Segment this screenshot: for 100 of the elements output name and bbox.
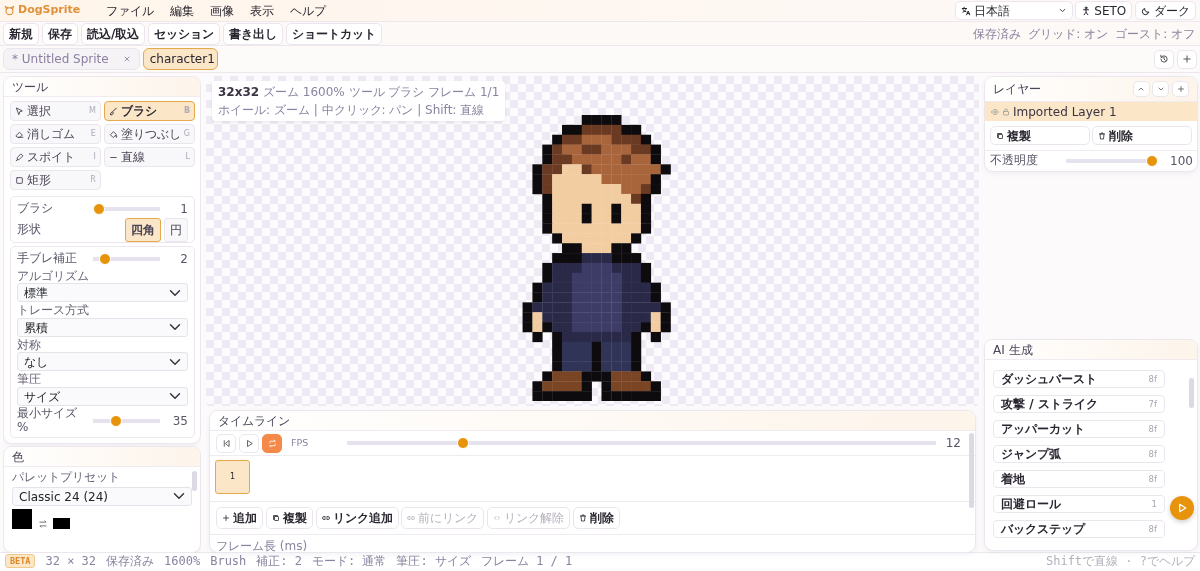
theme-button[interactable]: ダーク (1135, 1, 1196, 20)
square-icon (15, 175, 24, 185)
timeline-action-button[interactable]: 削除 (572, 507, 620, 529)
animation-preset-item[interactable]: アッパーカット 8f (993, 420, 1165, 438)
eye-icon (991, 107, 999, 116)
animation-preset-item[interactable]: 回避ロール 1 (993, 495, 1165, 513)
field-label: パレットプリセット (12, 470, 121, 485)
preset-select[interactable]: Classic 24 (24) (12, 486, 192, 506)
menu-item[interactable]: 編集 (162, 1, 203, 20)
select-field[interactable]: なし (17, 352, 188, 372)
plus-icon (1182, 54, 1192, 64)
plus-icon (222, 514, 230, 522)
select-field[interactable]: サイズ (17, 386, 188, 406)
field-label: フレーム長 (ms) (215, 538, 309, 552)
menu-item[interactable]: 画像 (202, 1, 243, 20)
slider-thumb[interactable] (98, 253, 111, 265)
frame-thumbnail[interactable]: 1 (215, 460, 250, 494)
timeline-action-button[interactable]: 追加 (216, 507, 263, 529)
slider-thumb[interactable] (456, 437, 469, 449)
field-label: アルゴリズム (17, 269, 90, 284)
link-icon (407, 514, 416, 522)
slider-value: 2 (179, 251, 188, 268)
status-text: 保存済み (973, 25, 1022, 43)
slider-thumb[interactable] (93, 203, 105, 215)
document-tab[interactable]: character1 (142, 48, 218, 70)
slider-thumb[interactable] (1146, 155, 1158, 167)
moon-icon (1141, 5, 1151, 16)
history-button[interactable] (1154, 49, 1175, 69)
play-button[interactable] (239, 433, 259, 453)
secondary-color-swatch[interactable] (53, 517, 70, 529)
status-text: 保存済み (106, 553, 155, 570)
skip-back-button[interactable] (216, 433, 236, 453)
tool-button[interactable]: 矩形 R (10, 170, 101, 190)
shape-label: 形状 (17, 223, 42, 237)
layer-row[interactable]: Imported Layer 1 (985, 102, 1197, 121)
layer-action-button[interactable]: 複製 (990, 126, 1090, 145)
tool-button[interactable]: ブラシ B (103, 101, 195, 121)
loop-button[interactable] (262, 433, 282, 453)
field-label: 筆圧 (17, 372, 42, 387)
scrollbar[interactable] (1189, 378, 1194, 408)
shape-button[interactable]: 円 (164, 218, 188, 242)
swap-icon (37, 518, 48, 529)
status-text: 1600% (164, 553, 201, 570)
toolbar-button[interactable]: 書き出し (223, 22, 284, 45)
add-layer-button[interactable] (1172, 81, 1189, 97)
tool-button[interactable]: スポイト I (10, 147, 101, 167)
close-icon (122, 55, 131, 63)
slider-label: 不透明度 (990, 154, 1039, 168)
canvas[interactable]: 32x32 ズーム 1600% ツール ブラシ フレーム 1/1 ホイール: ズーム | 中クリック: パン | Shift: 直線 (206, 76, 979, 406)
animation-preset-item[interactable]: バックステップ 8f (993, 520, 1165, 538)
tool-button[interactable]: 選択 M (10, 101, 101, 121)
app-name: DogSprite (18, 2, 81, 19)
slider-thumb[interactable] (109, 414, 122, 427)
scrollbar[interactable] (969, 433, 974, 508)
layer-action-button[interactable]: 削除 (1092, 126, 1192, 145)
timeline-action-button[interactable]: リンク追加 (315, 507, 399, 529)
animation-preset-item[interactable]: ダッシュバースト 8f (993, 370, 1165, 388)
shape-button[interactable]: 四角 (125, 218, 162, 242)
slider-label: 最小サイズ % (17, 407, 78, 434)
animation-preset-item[interactable]: ジャンプ弧 8f (993, 445, 1165, 463)
menu-item[interactable]: 表示 (242, 1, 283, 20)
beta-badge: BETA (5, 553, 36, 569)
primary-color-swatch[interactable] (12, 508, 32, 529)
status-text: 筆圧: サイズ (396, 553, 471, 570)
tool-button[interactable]: 直線 L (103, 147, 195, 167)
tool-button[interactable]: 塗りつぶし G (103, 124, 195, 144)
move-down-button[interactable] (1152, 81, 1170, 97)
menu-item[interactable]: ファイル (98, 1, 163, 20)
animation-preset-item[interactable]: 攻撃 / ストライク 7f (993, 395, 1165, 413)
select-field[interactable]: 累積 (17, 317, 188, 337)
panel-title: タイムライン (210, 411, 975, 431)
user-button[interactable]: SETO (1075, 1, 1133, 20)
language-select[interactable]: 日本語 (954, 1, 1073, 20)
animation-preset-item[interactable]: 着地 8f (993, 470, 1165, 488)
slider-label: 手ブレ補正 (17, 252, 78, 266)
translate-icon (960, 5, 971, 16)
toolbar-button[interactable]: セッション (148, 22, 221, 45)
select-field[interactable]: 標準 (17, 283, 188, 303)
panel-title: ツール (4, 77, 200, 97)
document-tab[interactable]: * Untitled Sprite (3, 48, 140, 70)
chevron-down-icon (1156, 85, 1165, 93)
tool-button[interactable]: 消しゴム E (10, 124, 101, 144)
toolbar-button[interactable]: 保存 (42, 22, 78, 45)
timeline-action-button[interactable]: 複製 (265, 507, 313, 529)
cursor-icon (15, 106, 24, 116)
scrollbar[interactable] (192, 471, 197, 492)
menu-item[interactable]: ヘルプ (282, 1, 335, 20)
field-label: トレース方式 (17, 303, 90, 318)
field-label: 対称 (17, 337, 42, 353)
new-tab-button[interactable] (1177, 49, 1197, 69)
toolbar-button[interactable]: 読込/取込 (81, 22, 146, 45)
person-icon (1081, 5, 1092, 16)
toolbar-button[interactable]: ショートカット (286, 22, 383, 45)
status-text: Brush (210, 553, 247, 570)
plus-icon (1176, 85, 1185, 93)
copy-icon (996, 131, 1004, 140)
code-icon (493, 514, 501, 522)
toolbar-button[interactable]: 新規 (3, 22, 39, 45)
move-up-button[interactable] (1132, 81, 1150, 97)
slider-value: 1 (179, 201, 188, 218)
